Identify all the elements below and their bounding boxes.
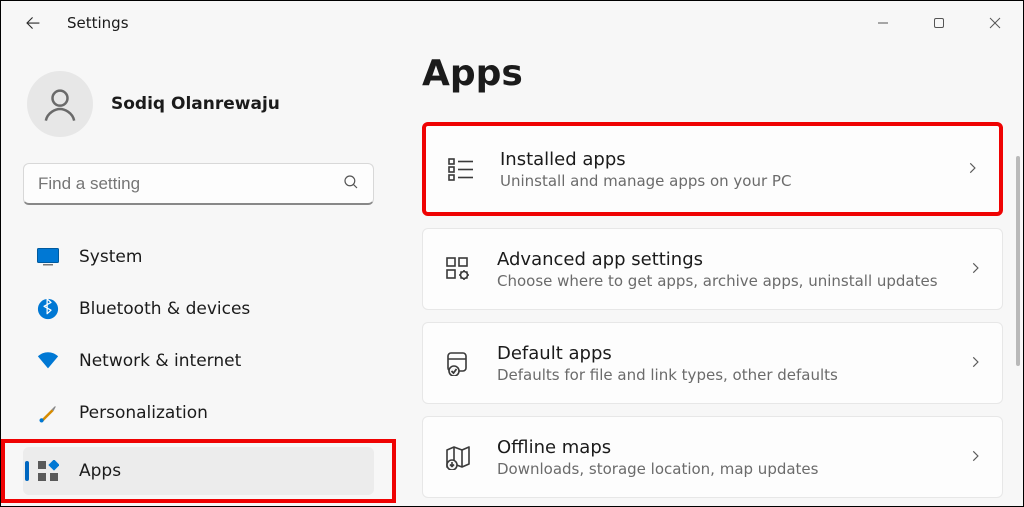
profile-name: Sodiq Olanrewaju [111,94,280,114]
nav-list: System Bluetooth & devices Network & int… [23,231,374,503]
highlight-apps-nav: Apps [1,439,396,503]
main-content: Apps Installed apps Uninstall and manage… [396,45,1023,506]
search-box[interactable] [23,163,374,205]
card-default-apps[interactable]: Default apps Defaults for file and link … [422,322,1003,404]
search-icon [342,173,360,195]
installed-apps-icon [446,154,476,184]
sidebar-item-system[interactable]: System [23,233,374,281]
card-title: Offline maps [497,437,968,458]
sidebar-item-apps[interactable]: Apps [23,447,374,495]
bluetooth-icon [37,298,59,320]
card-title: Default apps [497,343,968,364]
card-title: Advanced app settings [497,249,968,270]
chevron-right-icon [965,160,979,179]
avatar [27,71,93,137]
maximize-button[interactable] [911,5,967,41]
apps-icon [37,460,59,482]
sidebar-item-network[interactable]: Network & internet [23,337,374,385]
search-input[interactable] [23,163,374,205]
minimize-button[interactable] [855,5,911,41]
sidebar-item-bluetooth[interactable]: Bluetooth & devices [23,285,374,333]
card-subtitle: Downloads, storage location, map updates [497,460,968,478]
sidebar-item-label: Apps [79,461,121,481]
advanced-settings-icon [443,254,473,284]
chevron-right-icon [968,354,982,373]
card-subtitle: Defaults for file and link types, other … [497,366,968,384]
close-button[interactable] [967,5,1023,41]
profile[interactable]: Sodiq Olanrewaju [27,71,374,137]
card-offline-maps[interactable]: Offline maps Downloads, storage location… [422,416,1003,498]
system-icon [37,246,59,268]
scrollbar[interactable] [1016,156,1020,496]
sidebar-item-label: System [79,247,142,267]
page-title: Apps [422,53,1003,94]
card-title: Installed apps [500,149,965,170]
card-installed-apps[interactable]: Installed apps Uninstall and manage apps… [422,122,1003,216]
window-controls [855,5,1023,41]
window-title: Settings [67,14,129,32]
scrollbar-thumb[interactable] [1016,156,1020,366]
card-subtitle: Uninstall and manage apps on your PC [500,172,965,190]
personalization-icon [37,402,59,424]
sidebar: Sodiq Olanrewaju System Bluetooth & devi… [1,45,396,506]
card-advanced-app-settings[interactable]: Advanced app settings Choose where to ge… [422,228,1003,310]
settings-card-list: Installed apps Uninstall and manage apps… [422,122,1003,498]
chevron-right-icon [968,448,982,467]
sidebar-item-personalization[interactable]: Personalization [23,389,374,437]
default-apps-icon [443,348,473,378]
sidebar-item-label: Bluetooth & devices [79,299,250,319]
card-subtitle: Choose where to get apps, archive apps, … [497,272,968,290]
network-icon [37,350,59,372]
sidebar-item-label: Personalization [79,403,208,423]
offline-maps-icon [443,442,473,472]
chevron-right-icon [968,260,982,279]
back-button[interactable] [23,13,43,33]
sidebar-item-label: Network & internet [79,351,241,371]
titlebar: Settings [1,1,1023,45]
